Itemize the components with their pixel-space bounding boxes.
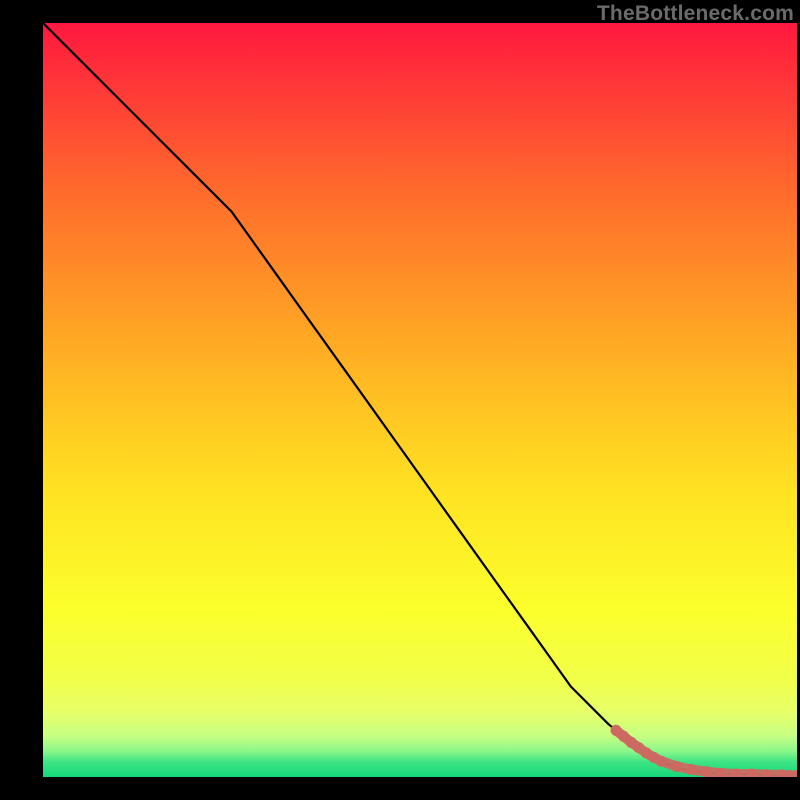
marker-dot (656, 756, 667, 767)
chart-plot (43, 23, 797, 777)
chart-root: TheBottleneck.com (0, 0, 800, 800)
marker-dot (686, 764, 697, 775)
watermark: TheBottleneck.com (597, 2, 794, 26)
marker-dot (701, 766, 712, 777)
marker-dot (671, 761, 682, 772)
